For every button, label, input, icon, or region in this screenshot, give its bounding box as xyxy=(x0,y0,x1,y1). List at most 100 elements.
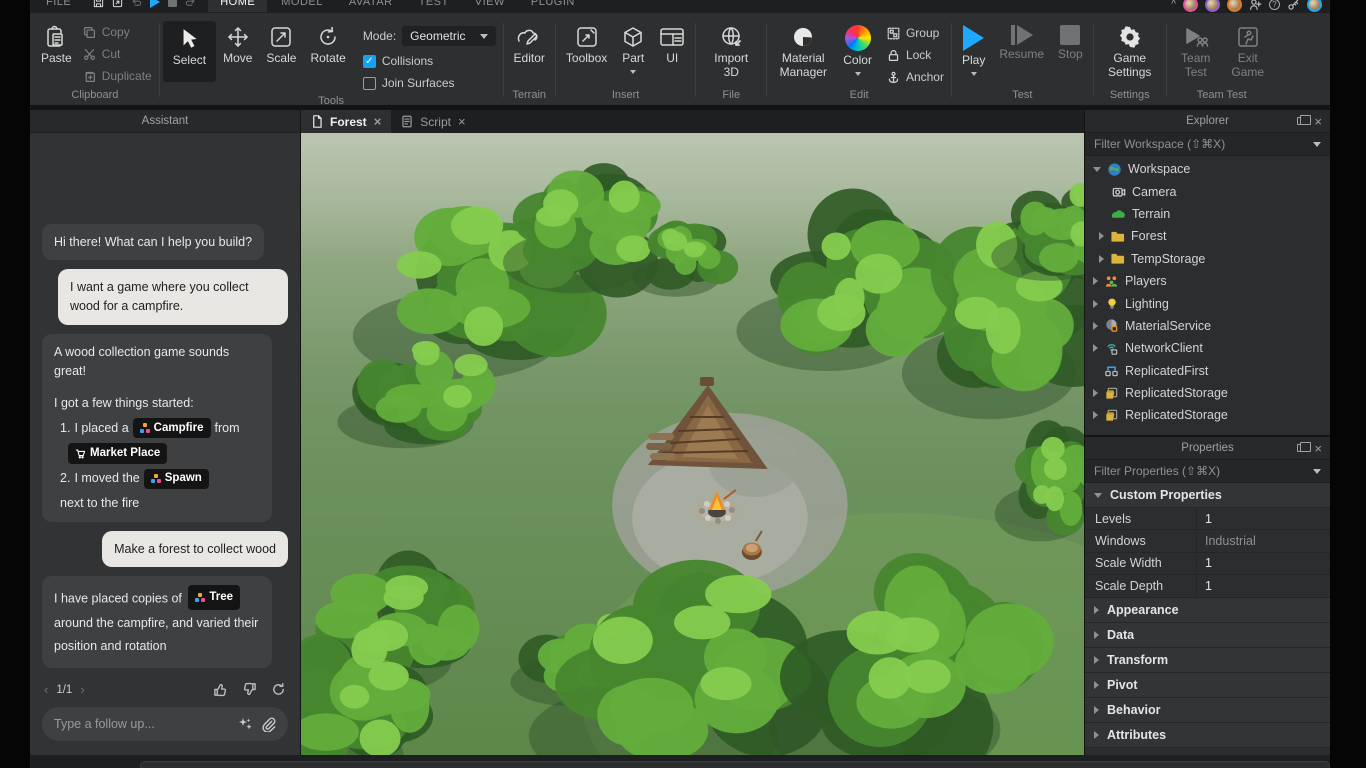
part-button[interactable]: Part xyxy=(614,21,652,78)
section-data[interactable]: Data xyxy=(1085,622,1330,648)
tree-item-replicatedfirst[interactable]: ReplicatedFirst xyxy=(1085,360,1330,382)
stop-quick-icon[interactable] xyxy=(168,0,178,7)
tree-item-materialservice[interactable]: MaterialService xyxy=(1085,315,1330,337)
thumbs-up-icon[interactable] xyxy=(213,682,228,697)
spawn-asset-chip[interactable]: Spawn xyxy=(143,468,209,489)
lock-button[interactable]: Lock xyxy=(883,45,948,65)
regenerate-icon[interactable] xyxy=(271,682,286,697)
current-user-avatar[interactable] xyxy=(1307,0,1322,12)
section-behavior[interactable]: Behavior xyxy=(1085,697,1330,723)
tree-item-lighting[interactable]: Lighting xyxy=(1085,292,1330,314)
resume-button[interactable]: Resume xyxy=(992,21,1051,66)
explorer-header[interactable]: Explorer × xyxy=(1085,110,1330,133)
help-icon[interactable]: ? xyxy=(1269,0,1280,10)
section-attributes[interactable]: Attributes xyxy=(1085,722,1330,748)
cut-button[interactable]: Cut xyxy=(79,45,156,65)
ribbon-tab-model[interactable]: MODEL xyxy=(269,0,335,12)
select-tool-button[interactable]: Select xyxy=(162,21,217,82)
join-surfaces-checkbox[interactable] xyxy=(362,76,376,90)
terrain-editor-button[interactable]: Editor xyxy=(507,21,552,70)
close-tab-icon[interactable]: × xyxy=(458,114,466,129)
properties-filter-input[interactable] xyxy=(1094,464,1307,478)
explorer-filter-input[interactable] xyxy=(1094,137,1307,151)
collisions-checkbox-row[interactable]: ✓ Collisions xyxy=(359,51,500,71)
tree-item-replicatedstorage-2[interactable]: ReplicatedStorage xyxy=(1085,404,1330,426)
join-surfaces-checkbox-row[interactable]: Join Surfaces xyxy=(359,73,500,93)
ribbon-tab-plugin[interactable]: PLUGIN xyxy=(519,0,587,12)
collaborator-avatar[interactable] xyxy=(1205,0,1220,12)
tree-item-forest[interactable]: Forest xyxy=(1085,225,1330,247)
property-value[interactable]: 1 xyxy=(1197,553,1330,574)
popout-panel-icon[interactable] xyxy=(1297,442,1312,452)
section-pivot[interactable]: Pivot xyxy=(1085,672,1330,698)
close-panel-icon[interactable]: × xyxy=(1314,442,1322,455)
collapsed-arrow-icon[interactable] xyxy=(1093,344,1098,353)
tab-script[interactable]: Script × xyxy=(391,110,475,133)
team-test-button[interactable]: Team Test xyxy=(1170,21,1222,84)
ribbon-tab-view[interactable]: VIEW xyxy=(463,0,517,12)
prev-response-icon[interactable]: ‹ xyxy=(44,682,48,697)
collisions-checkbox[interactable]: ✓ xyxy=(362,54,376,68)
copy-button[interactable]: Copy xyxy=(79,23,156,43)
ai-sparkle-icon[interactable] xyxy=(237,716,253,732)
collapse-ribbon-icon[interactable]: ^ xyxy=(1171,0,1176,10)
play-button[interactable]: Play xyxy=(955,21,992,80)
properties-filter-bar[interactable] xyxy=(1085,460,1330,483)
file-menu[interactable]: FILE xyxy=(36,0,81,12)
tree-item-networkclient[interactable]: NetworkClient xyxy=(1085,337,1330,359)
close-panel-icon[interactable]: × xyxy=(1314,115,1322,128)
next-response-icon[interactable]: › xyxy=(80,682,84,697)
collapsed-panel-edge[interactable] xyxy=(140,761,1330,768)
mode-dropdown[interactable]: Geometric xyxy=(402,26,496,46)
collapsed-arrow-icon[interactable] xyxy=(1093,299,1098,308)
section-appearance[interactable]: Appearance xyxy=(1085,597,1330,623)
tree-item-replicatedstorage[interactable]: ReplicatedStorage xyxy=(1085,382,1330,404)
publish-icon[interactable] xyxy=(112,0,123,8)
collapsed-arrow-icon[interactable] xyxy=(1093,411,1098,420)
property-value[interactable]: Industrial xyxy=(1197,530,1330,551)
ribbon-tab-home[interactable]: HOME xyxy=(208,0,268,12)
ui-button[interactable]: UI xyxy=(652,21,692,70)
tree-item-workspace[interactable]: Workspace xyxy=(1085,158,1330,180)
scale-tool-button[interactable]: Scale xyxy=(259,21,303,70)
explorer-filter-bar[interactable] xyxy=(1085,133,1330,156)
follow-up-input[interactable] xyxy=(54,717,229,731)
property-value[interactable]: 1 xyxy=(1197,575,1330,596)
properties-header[interactable]: Properties × xyxy=(1085,437,1330,460)
rotate-tool-button[interactable]: Rotate xyxy=(303,21,352,70)
section-custom-properties[interactable]: Custom Properties xyxy=(1085,483,1330,508)
market-place-chip[interactable]: Market Place xyxy=(68,443,168,464)
collapsed-arrow-icon[interactable] xyxy=(1093,389,1098,398)
tree-item-terrain[interactable]: Terrain xyxy=(1085,203,1330,225)
collapsed-arrow-icon[interactable] xyxy=(1093,277,1098,286)
tree-asset-chip[interactable]: Tree xyxy=(188,585,241,611)
assistant-input-bar[interactable] xyxy=(42,707,288,741)
attach-file-icon[interactable] xyxy=(261,717,276,732)
property-value[interactable]: 1 xyxy=(1197,508,1330,529)
stop-button[interactable]: Stop xyxy=(1051,21,1090,66)
exit-game-button[interactable]: Exit Game xyxy=(1222,21,1274,84)
section-transform[interactable]: Transform xyxy=(1085,647,1330,673)
color-button[interactable]: Color xyxy=(836,21,879,80)
thumbs-down-icon[interactable] xyxy=(242,682,257,697)
undo-icon[interactable] xyxy=(131,0,142,8)
tab-forest[interactable]: Forest × xyxy=(301,110,392,133)
tree-item-camera[interactable]: Camera xyxy=(1085,180,1330,202)
anchor-button[interactable]: Anchor xyxy=(883,67,948,87)
collaborator-avatar[interactable] xyxy=(1183,0,1198,12)
play-quick-icon[interactable] xyxy=(150,0,161,8)
game-settings-button[interactable]: Game Settings xyxy=(1097,21,1163,84)
assistant-panel-header[interactable]: Assistant xyxy=(30,110,300,133)
invite-user-icon[interactable] xyxy=(1249,0,1262,11)
toolbox-button[interactable]: Toolbox xyxy=(559,21,614,70)
collaborator-avatar[interactable] xyxy=(1227,0,1242,12)
group-button[interactable]: Group xyxy=(883,23,948,43)
ribbon-tab-test[interactable]: TEST xyxy=(407,0,461,12)
collapsed-arrow-icon[interactable] xyxy=(1093,321,1098,330)
3d-viewport[interactable] xyxy=(301,133,1084,755)
collapsed-arrow-icon[interactable] xyxy=(1099,254,1104,263)
campfire-asset-chip[interactable]: Campfire xyxy=(132,418,211,439)
tree-item-tempstorage[interactable]: TempStorage xyxy=(1085,248,1330,270)
ribbon-tab-avatar[interactable]: AVATAR xyxy=(337,0,405,12)
popout-panel-icon[interactable] xyxy=(1297,115,1312,125)
